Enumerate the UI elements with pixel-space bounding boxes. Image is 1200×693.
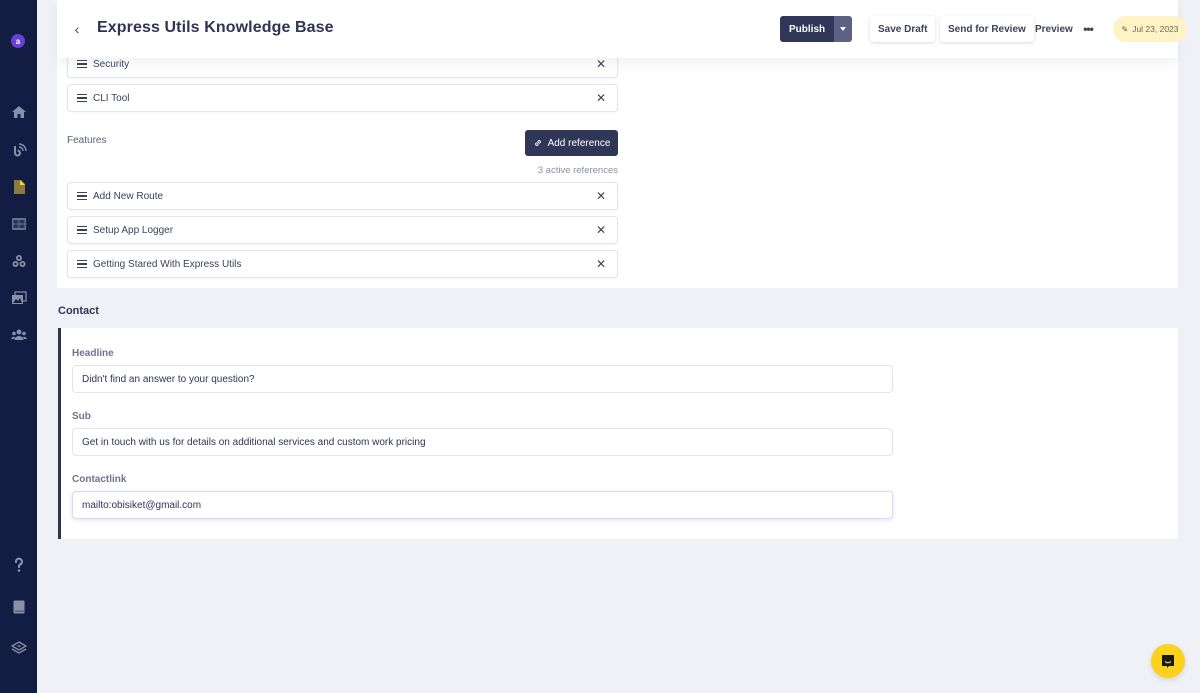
page-title: Express Utils Knowledge Base	[97, 19, 334, 36]
feed-icon[interactable]	[10, 141, 27, 158]
book-icon[interactable]	[10, 598, 27, 615]
drag-handle-icon[interactable]	[77, 259, 87, 269]
drag-handle-icon[interactable]	[77, 225, 87, 235]
link-icon	[534, 139, 541, 147]
date-text: Jul 23, 2023	[1132, 24, 1179, 34]
more-options-icon[interactable]: •••	[1080, 16, 1096, 42]
contact-heading: Contact	[58, 305, 99, 317]
active-references-count: 3 active references	[537, 165, 618, 176]
components-icon[interactable]	[10, 252, 27, 269]
pencil-icon: ✎	[1121, 24, 1129, 34]
reference-label: CLI Tool	[93, 92, 130, 104]
users-icon[interactable]	[10, 326, 27, 343]
main-content: Security ✕ CLI Tool ✕ Features Add refer…	[37, 0, 1200, 693]
help-icon[interactable]	[10, 556, 27, 573]
back-button[interactable]: ‹	[69, 20, 85, 38]
top-bar: ‹ Express Utils Knowledge Base Publish S…	[57, 0, 1187, 58]
contactlink-input[interactable]: mailto:obisiket@gmail.com	[72, 491, 893, 519]
send-for-review-button[interactable]: Send for Review	[940, 16, 1034, 42]
reference-item[interactable]: Getting Stared With Express Utils ✕	[67, 250, 618, 278]
headline-label: Headline	[72, 348, 114, 359]
close-icon[interactable]: ✕	[594, 91, 608, 105]
sub-label: Sub	[72, 411, 91, 422]
close-icon[interactable]: ✕	[594, 223, 608, 237]
home-icon[interactable]	[10, 103, 27, 120]
chat-widget-button[interactable]	[1151, 644, 1185, 678]
media-icon[interactable]	[10, 289, 27, 306]
contactlink-label: Contactlink	[72, 474, 127, 485]
publish-options-button[interactable]	[834, 16, 853, 42]
save-draft-button[interactable]: Save Draft	[870, 16, 936, 42]
layers-icon[interactable]	[10, 639, 27, 656]
layout-icon[interactable]	[10, 215, 27, 232]
chat-icon	[1162, 655, 1174, 668]
add-reference-label: Add reference	[547, 137, 611, 149]
sidebar: a	[0, 0, 37, 693]
reference-item[interactable]: Add New Route ✕	[67, 182, 618, 210]
drag-handle-icon[interactable]	[77, 59, 87, 69]
reference-label: Add New Route	[93, 190, 164, 202]
date-badge[interactable]: ✎ Jul 23, 2023	[1113, 16, 1187, 42]
contact-panel: Headline Didn't find an answer to your q…	[58, 328, 1178, 539]
document-icon[interactable]	[10, 178, 27, 195]
close-icon[interactable]: ✕	[594, 189, 608, 203]
reference-label: Security	[93, 58, 130, 70]
close-icon[interactable]: ✕	[594, 257, 608, 271]
drag-handle-icon[interactable]	[77, 191, 87, 201]
drag-handle-icon[interactable]	[77, 93, 87, 103]
reference-item[interactable]: CLI Tool ✕	[67, 84, 618, 112]
reference-label: Setup App Logger	[93, 224, 174, 236]
references-panel: Security ✕ CLI Tool ✕ Features Add refer…	[57, 40, 1178, 288]
headline-input[interactable]: Didn't find an answer to your question?	[72, 365, 893, 393]
publish-button[interactable]: Publish	[780, 16, 835, 42]
preview-button[interactable]: Preview	[1035, 16, 1073, 42]
close-icon[interactable]: ✕	[594, 57, 608, 71]
publish-button-group: Publish	[780, 16, 853, 42]
sub-input[interactable]: Get in touch with us for details on addi…	[72, 428, 893, 456]
user-avatar[interactable]: a	[11, 34, 25, 48]
reference-item[interactable]: Setup App Logger ✕	[67, 216, 618, 244]
add-reference-button[interactable]: Add reference	[525, 130, 618, 156]
reference-label: Getting Stared With Express Utils	[93, 258, 242, 270]
features-label: Features	[67, 135, 107, 146]
chevron-down-icon	[840, 27, 847, 31]
